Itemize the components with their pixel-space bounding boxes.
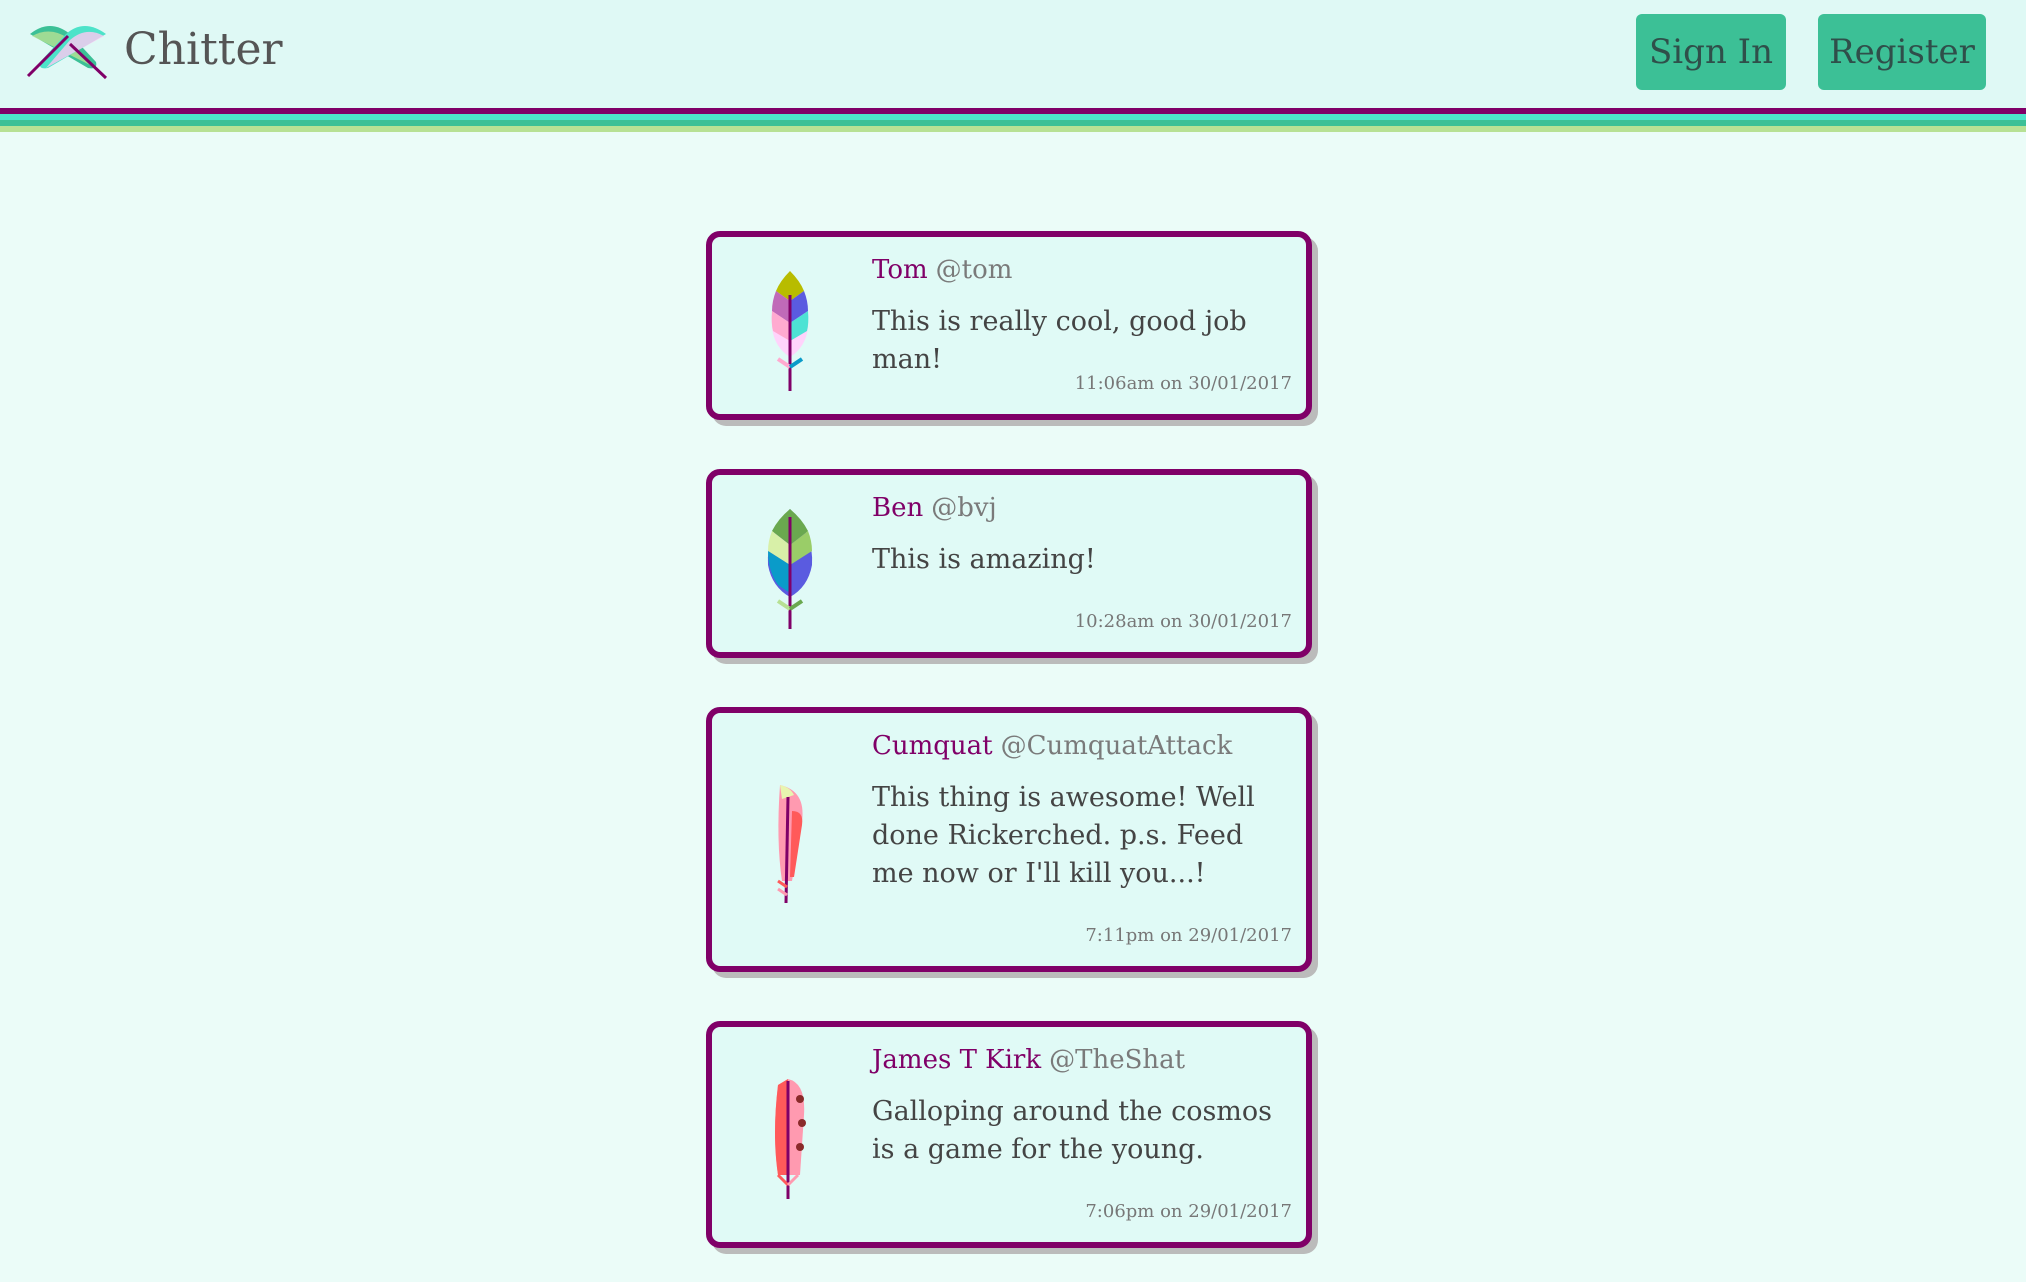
peep-message: This is really cool, good job man! [872,306,1247,375]
spotted-red-feather-icon [775,1079,806,1199]
brand-name[interactable]: Chitter [124,24,283,75]
peep-message: This thing is awesome! Well done Rickerc… [872,782,1255,889]
header: Chitter Sign In Register [0,0,2026,108]
peep-timestamp: 10:28am on 30/01/2017 [1074,611,1292,632]
peep-author-handle[interactable]: @bvj [931,493,996,523]
register-button[interactable]: Register [1818,14,1986,90]
peep-author-handle[interactable]: @TheShat [1049,1045,1185,1075]
peep-card: Tom @tom This is really cool, good job ma… [706,231,1312,420]
pink-red-feather-icon [777,785,803,904]
peep-card: Cumquat @CumquatAttack This thing is awes… [706,707,1312,972]
peep-timestamp: 7:11pm on 29/01/2017 [1085,925,1292,946]
peep-message: This is amazing! [872,544,1096,575]
peep-author-name[interactable]: Cumquat [872,731,993,761]
peep-timestamp: 7:06pm on 29/01/2017 [1085,1201,1292,1222]
peep-author-name[interactable]: James T Kirk [872,1045,1041,1075]
green-blue-feather-icon [767,509,813,629]
peep-author-name[interactable]: Ben [872,493,923,523]
peep-author-name[interactable]: Tom [872,255,928,285]
peep-timestamp: 11:06am on 30/01/2017 [1074,373,1292,394]
rainbow-feather-icon [771,271,809,391]
sign-in-button[interactable]: Sign In [1636,14,1786,90]
peep-author-handle[interactable]: @tom [936,255,1013,285]
peep-author-handle[interactable]: @CumquatAttack [1001,731,1233,761]
peep-message: Galloping around the cosmos is a game fo… [872,1096,1273,1165]
chitter-logo-icon[interactable] [26,22,110,82]
divider-stripe [0,126,2026,132]
peep-card: Ben @bvj This is amazing! 10:28am on 30/0… [706,469,1312,658]
peep-card: James T Kirk @TheShat Galloping around th… [706,1021,1312,1248]
